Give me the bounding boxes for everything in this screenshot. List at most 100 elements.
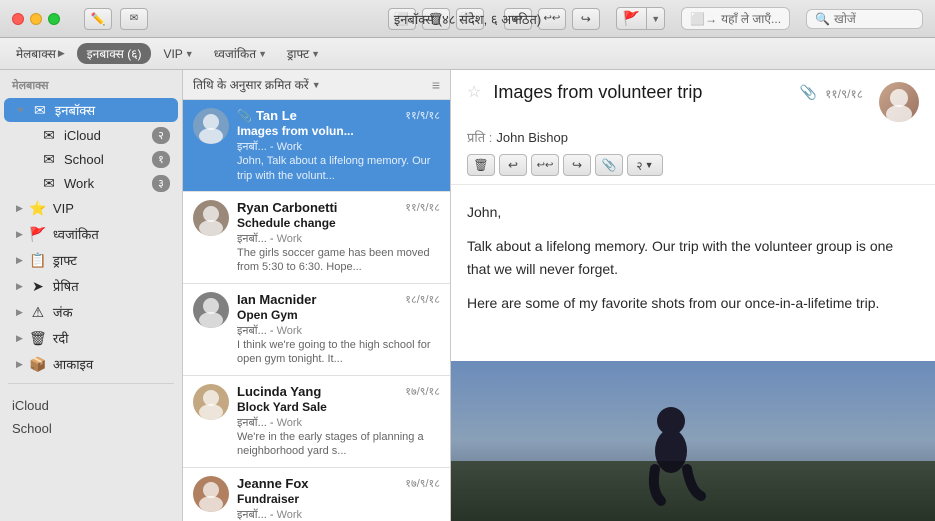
drafts-dropdown[interactable]: ड्राफ्ट ▼	[279, 43, 328, 64]
icloud-label: iCloud	[64, 128, 146, 143]
search-box[interactable]: 🔍	[806, 9, 923, 29]
bottom-accounts: iCloud School	[0, 394, 182, 440]
vip-icon: ⭐	[29, 200, 47, 217]
main-content: मेलबाक्स ▼ ✉ इनबॉक्स ✉ iCloud २ ✉ School…	[0, 70, 935, 521]
email-item[interactable]: Jeanne Fox १७/९/१८ Fundraiser इनबॉ... - …	[183, 468, 450, 521]
email-sender: Ryan Carbonetti	[237, 200, 337, 215]
search-input[interactable]	[834, 12, 914, 26]
body-para1: Talk about a lifelong memory. Our trip w…	[467, 235, 919, 280]
reading-date: ११/९/१८	[825, 85, 863, 102]
maximize-button[interactable]	[48, 13, 60, 25]
archive-label: आकाइव	[53, 355, 170, 373]
account-icloud[interactable]: iCloud	[0, 394, 182, 417]
minimize-button[interactable]	[30, 13, 42, 25]
close-button[interactable]	[12, 13, 24, 25]
email-items: 📎Tan Le ११/९/१८ Images from volun... इनब…	[183, 100, 450, 521]
sent-expand-arrow: ▶	[16, 281, 23, 292]
mailboxes-dropdown[interactable]: मेलबाक्स ▶	[8, 43, 73, 64]
flagged-dropdown[interactable]: ध्वजांकित ▼	[206, 43, 275, 64]
from-name: John Bishop	[496, 130, 568, 145]
sidebar-item-trash[interactable]: ▶ 🗑 रदी	[4, 326, 178, 350]
sort-button[interactable]: तिथि के अनुसार क्रमित करें ▼	[193, 76, 321, 93]
sidebar-item-sent[interactable]: ▶ ➤ प्रेषित	[4, 274, 178, 298]
email-preview: इनबॉ... - Work The girls soccer game has…	[237, 232, 440, 275]
archive-expand-arrow: ▶	[16, 359, 23, 370]
email-tag: Work	[277, 417, 302, 429]
move-to-box[interactable]: ⬜→ यहाँ ले जाएँ...	[681, 7, 790, 30]
sidebar-item-flagged[interactable]: ▶ 🚩 ध्वजांकित	[4, 222, 178, 246]
trash-label: रदी	[53, 329, 170, 347]
filter-icon[interactable]: ≡	[432, 77, 440, 93]
work-badge: ३	[152, 175, 170, 192]
email-body: Ian Macnider १८/९/१८ Open Gym इनबॉ... - …	[237, 292, 440, 367]
sidebar-item-archive[interactable]: ▶ 📦 आकाइव	[4, 352, 178, 376]
avatar	[193, 200, 229, 236]
traffic-lights	[12, 13, 60, 25]
email-item[interactable]: Ian Macnider १८/९/१८ Open Gym इनबॉ... - …	[183, 284, 450, 376]
flag-dropdown-arrow[interactable]: ▼	[647, 12, 664, 26]
new-mail-button[interactable]: ✉	[120, 8, 148, 30]
attachment-count-button[interactable]: २ ▼	[627, 154, 663, 176]
email-tag: Work	[277, 509, 302, 521]
attachment-action-button[interactable]: 📎	[595, 154, 623, 176]
delete-action-button[interactable]: 🗑	[467, 154, 495, 176]
reply-all-action-button[interactable]: ↩↩	[531, 154, 559, 176]
junk-expand-arrow: ▶	[16, 307, 23, 318]
inbox-tab[interactable]: इनबाक्स (६)	[77, 43, 152, 64]
vip-expand-arrow: ▶	[16, 203, 23, 214]
archive-icon: 📦	[29, 356, 47, 373]
flagged-expand-arrow: ▶	[16, 229, 23, 240]
work-icon: ✉	[40, 175, 58, 192]
sidebar-item-inbox[interactable]: ▼ ✉ इनबॉक्स	[4, 98, 178, 122]
vip-chevron: ▼	[185, 49, 194, 59]
sidebar-item-junk[interactable]: ▶ ⚠ जंक	[4, 300, 178, 324]
email-item[interactable]: 📎Tan Le ११/९/१८ Images from volun... इनब…	[183, 100, 450, 192]
forward-button[interactable]: ↪	[572, 8, 600, 30]
reply-action-button[interactable]: ↩	[499, 154, 527, 176]
sidebar-item-work[interactable]: ✉ Work ३	[12, 172, 178, 195]
reply-all-button[interactable]: ↩↩	[538, 8, 566, 30]
body-greeting: John,	[467, 201, 919, 223]
reading-subject: Images from volunteer trip	[493, 82, 791, 103]
move-icon: ⬜→	[690, 12, 717, 26]
compose-button[interactable]: ✏️	[84, 8, 112, 30]
email-item[interactable]: Lucinda Yang १७/९/१८ Block Yard Sale इनब…	[183, 376, 450, 468]
forward-action-button[interactable]: ↪	[563, 154, 591, 176]
reading-attachment-icon: 📎	[800, 84, 817, 101]
toolbar-left: ✏️ ✉	[84, 8, 148, 30]
vip-dropdown[interactable]: VIP ▼	[155, 45, 201, 63]
sort-label-text: तिथि के अनुसार क्रमित करें	[193, 76, 309, 93]
email-top-row: 📎Tan Le ११/९/१८	[237, 108, 440, 123]
sidebar-item-vip[interactable]: ▶ ⭐ VIP	[4, 197, 178, 220]
sidebar-item-icloud[interactable]: ✉ iCloud २	[12, 124, 178, 147]
avatar	[193, 292, 229, 328]
sort-chevron: ▼	[312, 80, 321, 90]
attachment-icon: 📎	[237, 109, 252, 123]
body-para2: Here are some of my favorite shots from …	[467, 292, 919, 314]
sidebar-item-drafts[interactable]: ▶ 📋 ड्राफ्ट	[4, 248, 178, 272]
email-date: ११/९/१८	[405, 108, 440, 123]
account-school[interactable]: School	[0, 417, 182, 440]
star-button[interactable]: ☆	[467, 82, 481, 102]
flagged-chevron: ▼	[258, 49, 267, 59]
move-to-label: यहाँ ले जाएँ...	[721, 10, 781, 27]
reading-pane: ☆ Images from volunteer trip 📎 ११/९/१८ प…	[451, 70, 935, 521]
email-top-row: Jeanne Fox १७/९/१८	[237, 476, 440, 491]
email-top-row: Lucinda Yang १७/९/१८	[237, 384, 440, 399]
school-label: School	[64, 152, 146, 167]
flag-button[interactable]: 🚩	[617, 8, 647, 29]
email-tag: Work	[277, 141, 302, 153]
email-item[interactable]: Ryan Carbonetti ११/९/१८ Schedule change …	[183, 192, 450, 284]
email-date: ११/९/१८	[405, 200, 440, 215]
drafts-label: ड्राफ्ट	[287, 45, 309, 62]
email-header-row: 📎Tan Le ११/९/१८ Images from volun... इनब…	[193, 108, 440, 183]
drafts-icon: 📋	[29, 252, 47, 269]
email-top-row: Ian Macnider १८/९/१८	[237, 292, 440, 307]
sidebar: मेलबाक्स ▼ ✉ इनबॉक्स ✉ iCloud २ ✉ School…	[0, 70, 183, 521]
flag-button-group[interactable]: 🚩 ▼	[616, 7, 665, 30]
email-preview: इनबॉ... - Work Soliciting ideas for a fu…	[237, 508, 440, 521]
email-date: १७/९/१८	[405, 476, 440, 491]
sidebar-item-school[interactable]: ✉ School १	[12, 148, 178, 171]
email-body: Lucinda Yang १७/९/१८ Block Yard Sale इनब…	[237, 384, 440, 459]
search-icon: 🔍	[815, 12, 830, 26]
